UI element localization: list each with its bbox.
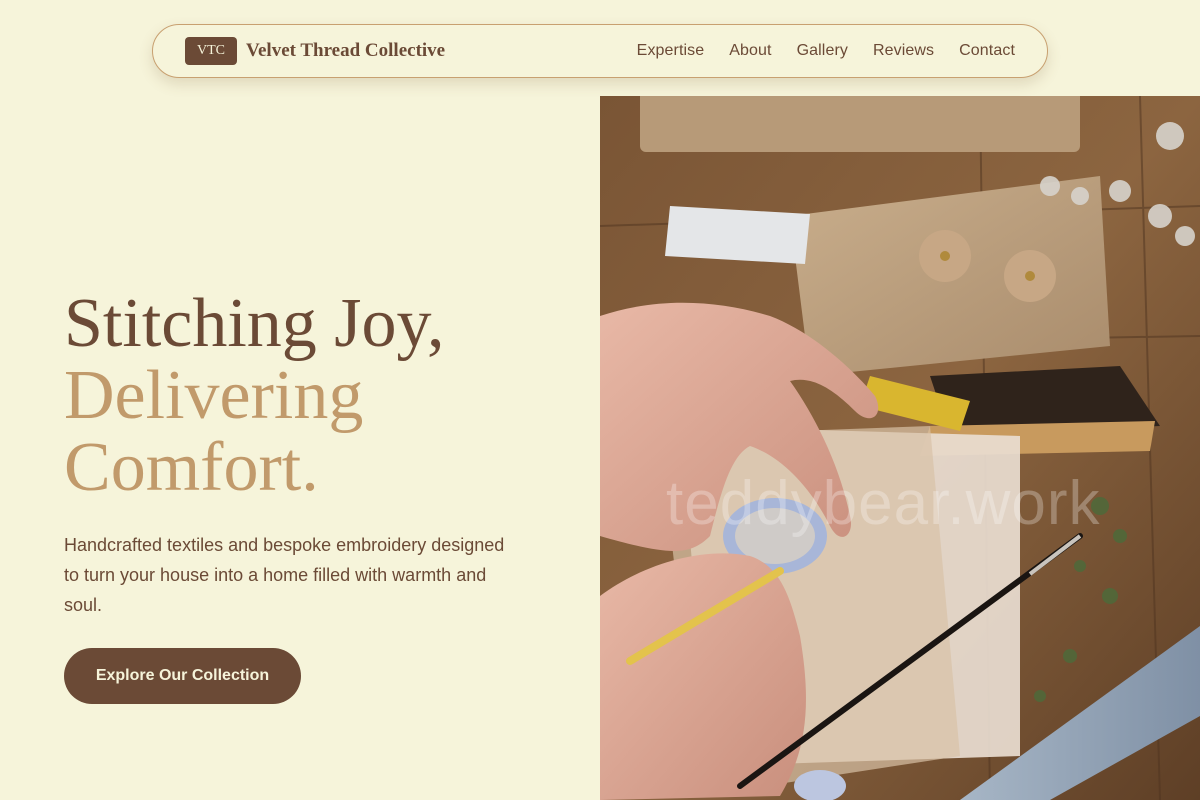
brand-badge: VTC (185, 37, 237, 65)
nav-link-contact[interactable]: Contact (959, 42, 1015, 60)
hero-title-line3: Comfort. (64, 429, 319, 506)
hero-title: Stitching Joy, Delivering Comfort. (64, 288, 445, 504)
nav-link-reviews[interactable]: Reviews (873, 42, 934, 60)
hero-title-line1: Stitching Joy, (64, 285, 445, 362)
top-navbar: VTC Velvet Thread Collective Expertise A… (152, 24, 1048, 78)
page: VTC Velvet Thread Collective Expertise A… (0, 0, 1200, 800)
brand-logo-link[interactable]: VTC Velvet Thread Collective (185, 37, 445, 65)
nav-link-about[interactable]: About (729, 42, 771, 60)
hero-description: Handcrafted textiles and bespoke embroid… (64, 535, 505, 615)
hero-photo-illustration (600, 96, 1200, 800)
hero-title-line2: Delivering (64, 357, 364, 434)
nav-link-expertise[interactable]: Expertise (637, 42, 705, 60)
explore-collection-button[interactable]: Explore Our Collection (64, 648, 301, 704)
brand-name: Velvet Thread Collective (246, 40, 446, 61)
nav-links: Expertise About Gallery Reviews Contact (637, 42, 1015, 60)
nav-link-gallery[interactable]: Gallery (797, 42, 848, 60)
hero-image: teddybear.work (600, 96, 1200, 800)
image-watermark: teddybear.work (666, 469, 1101, 538)
